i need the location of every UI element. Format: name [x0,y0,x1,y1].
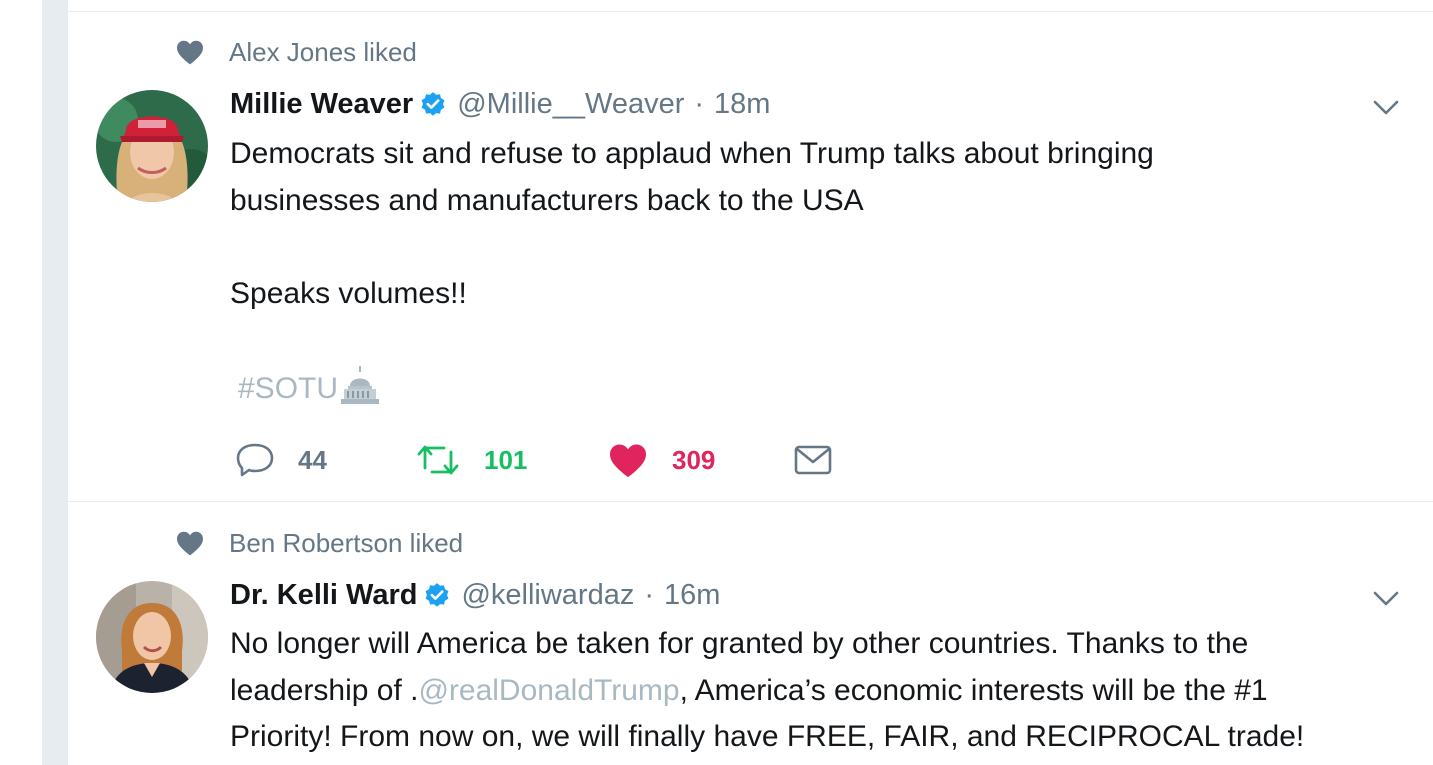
tweet-header: Millie Weaver @Millie__Weaver · 18m [230,88,770,121]
direct-message-button[interactable] [794,444,832,476]
tweet-text: No longer will America be taken for gran… [230,621,1400,761]
avatar[interactable] [96,90,208,202]
tweet-text-line: Democrats sit and refuse to applaud when… [230,137,1154,170]
text-segment: , America’s economic interests will be t… [679,673,1268,707]
tweet-text-line: Speaks volumes!! [230,276,467,310]
tweet-actions: 44 101 309 [236,442,832,478]
chevron-down-icon[interactable] [1371,583,1401,613]
tweet-text-line: No longer will America be taken for gran… [230,627,1249,660]
text-segment: leadership of . [230,673,419,707]
reply-icon [236,443,274,477]
tweet[interactable]: Alex Jones liked Millie Weaver @Millie__… [68,12,1433,502]
tweet-text-line: businesses and manufacturers back to the… [230,183,864,217]
avatar[interactable] [96,581,208,693]
heart-icon [177,531,203,556]
timestamp[interactable]: 16m [664,579,720,612]
context-label: Ben Robertson liked [229,527,464,558]
reply-count: 44 [298,444,327,475]
retweet-button[interactable]: 101 [416,442,608,478]
timestamp[interactable]: 18m [714,88,770,121]
author-name[interactable]: Dr. Kelli Ward [230,579,417,612]
context-label: Alex Jones liked [229,36,417,67]
retweet-icon [417,445,459,475]
like-icon [610,444,646,478]
chevron-down-icon[interactable] [1371,92,1401,122]
heart-icon [177,40,203,65]
separator-dot: · [644,579,655,611]
direct-message-icon [794,445,832,475]
tweet-header: Dr. Kelli Ward @kelliwardaz · 16m [230,579,720,612]
hashtag-link[interactable]: #SOTU [238,372,338,405]
verified-badge-icon [421,91,445,116]
author-handle[interactable]: @kelliwardaz [461,579,634,612]
left-gutter [0,0,42,765]
tweet-text-line: leadership of .@realDonaldTrump, America… [230,668,1400,715]
tweet[interactable]: Ben Robertson liked Dr. Kelli Ward @kell… [68,503,1433,765]
separator-dot: · [694,88,705,120]
mention-link[interactable]: @realDonaldTrump [418,674,679,707]
timeline: Alex Jones liked Millie Weaver @Millie__… [68,0,1433,765]
tweet-text-line: Priority! From now on, we will finally h… [230,720,1305,753]
capitol-emoji [341,365,380,404]
social-context: Ben Robertson liked [175,528,463,558]
verified-badge-icon [426,582,449,607]
retweet-count: 101 [484,444,528,475]
like-count: 309 [672,444,716,475]
hashtag-line: #SOTU [230,364,1400,413]
like-button[interactable]: 309 [608,442,794,478]
avatar-image [96,90,208,202]
left-gutter-bar [42,0,68,765]
tweet-text: Democrats sit and refuse to applaud when… [230,131,1400,412]
social-context: Alex Jones liked [175,37,417,67]
avatar-image [96,581,208,693]
author-name[interactable]: Millie Weaver [230,88,413,121]
reply-button[interactable]: 44 [236,442,416,478]
author-handle[interactable]: @Millie__Weaver [457,88,684,121]
